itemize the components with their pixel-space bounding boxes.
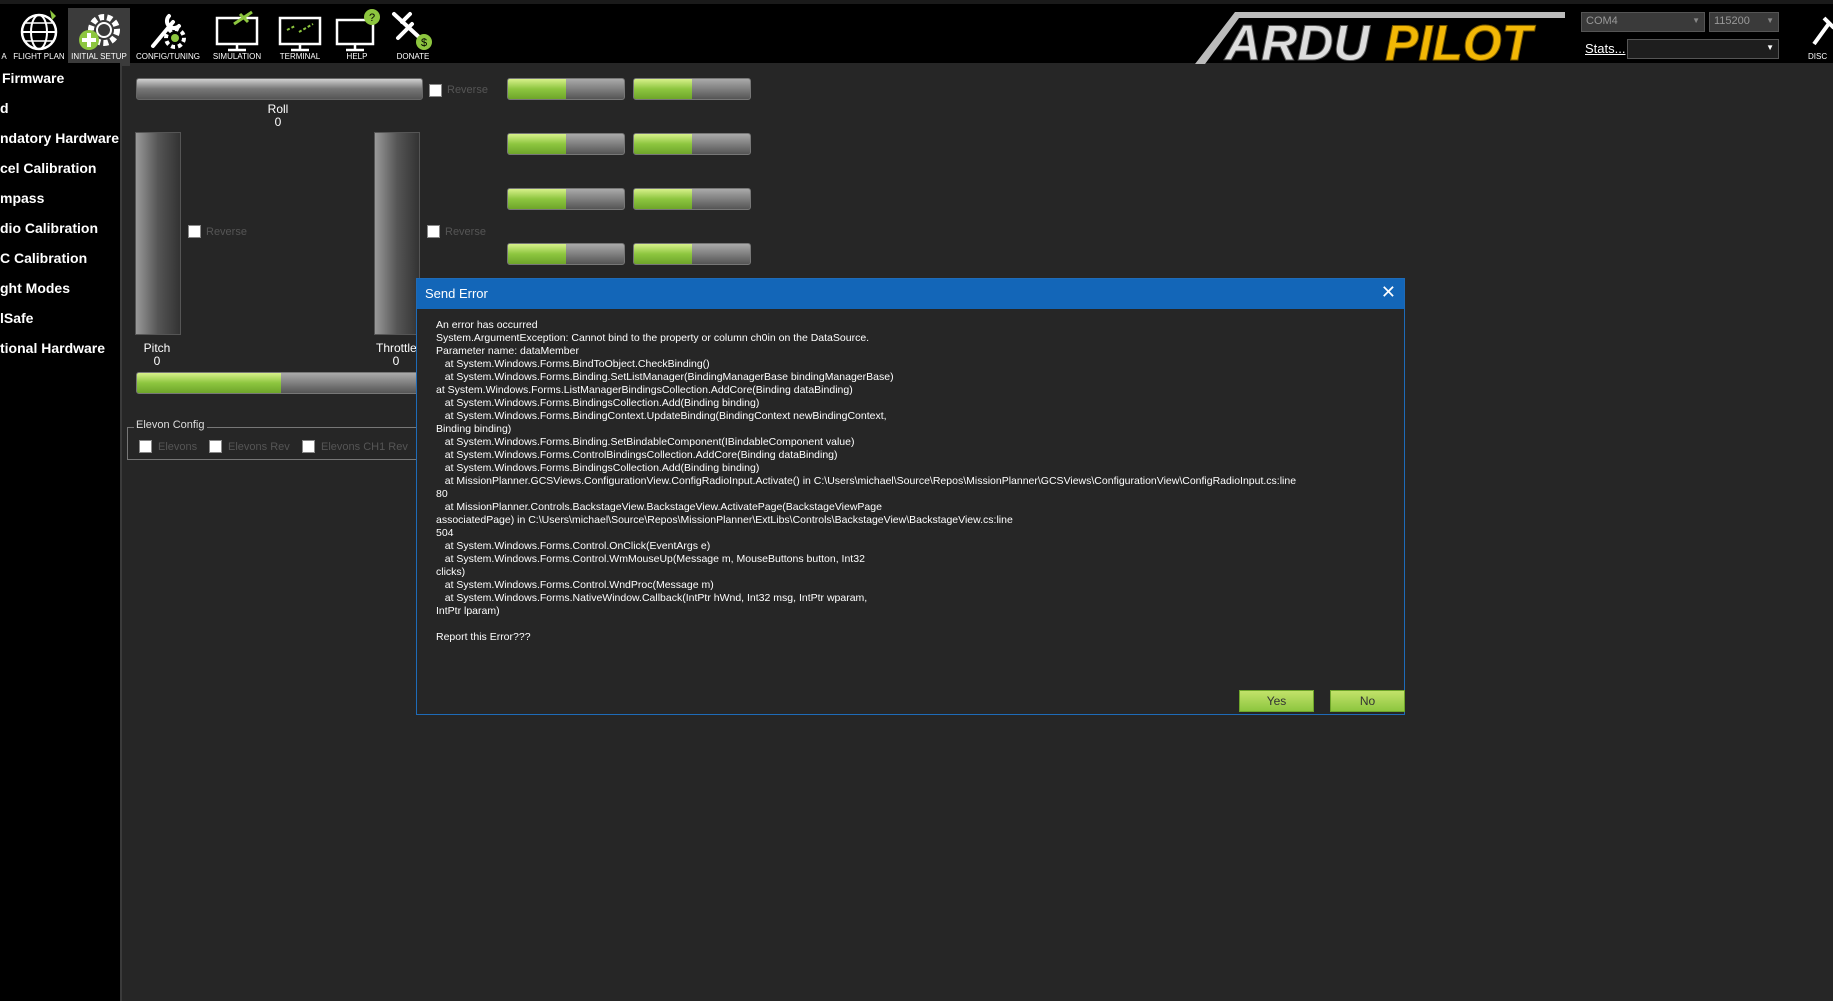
- sidebar-item-esc-calibration[interactable]: C Calibration: [0, 250, 87, 266]
- plane-dollar-icon: $: [392, 12, 432, 50]
- svg-text:ARDU: ARDU: [1223, 15, 1371, 66]
- send-error-dialog: Send Error ✕ An error has occurred Syste…: [416, 278, 1405, 715]
- sidebar-item-install-firmware[interactable]: Firmware: [2, 70, 64, 86]
- toolbar-donate-button[interactable]: $ DONATE: [386, 8, 440, 66]
- pitch-reverse-label: Reverse: [206, 226, 247, 238]
- roll-reverse-label: Reverse: [447, 84, 488, 96]
- throttle-reverse-label: Reverse: [445, 226, 486, 238]
- disconnect-button[interactable]: DISC: [1808, 10, 1833, 66]
- chevron-down-icon: ▼: [1766, 43, 1774, 52]
- error-message: An error has occurred System.ArgumentExc…: [436, 319, 1297, 643]
- channel-fill: [634, 189, 692, 209]
- svg-text:PILOT: PILOT: [1385, 15, 1537, 66]
- toolbar-config-tuning-button[interactable]: CONFIG/TUNING: [134, 8, 202, 66]
- toolbar-simulation-button[interactable]: SIMULATION: [206, 8, 268, 66]
- throttle-label: Throttle: [376, 341, 417, 355]
- channel-fill: [634, 79, 692, 99]
- pitch-bar: [135, 132, 181, 335]
- toolbar-help-button[interactable]: ? HELP: [330, 8, 384, 66]
- sidebar-item-compass[interactable]: mpass: [0, 190, 44, 206]
- sidebar-item-mandatory-hardware[interactable]: ndatory Hardware: [0, 130, 119, 146]
- toolbar-terminal-button[interactable]: TERMINAL: [272, 8, 328, 66]
- dialog-title: Send Error: [425, 286, 488, 301]
- radio-channel-10-bar: [633, 188, 751, 210]
- elevons-rev-checkbox[interactable]: [209, 440, 222, 453]
- roll-reverse-checkbox[interactable]: [429, 84, 442, 97]
- toolbar-initial-setup-button[interactable]: INITIAL SETUP: [68, 8, 130, 66]
- chevron-down-icon: ▼: [1766, 16, 1774, 25]
- roll-bar: [136, 78, 423, 100]
- elevon-config-title: Elevon Config: [134, 419, 207, 431]
- throttle-value: 0: [392, 354, 400, 368]
- data-icon: [0, 8, 8, 52]
- pitch-label: Pitch: [143, 341, 171, 355]
- elevons-rev-label: Elevons Rev: [228, 441, 290, 453]
- mavlink-select[interactable]: ▼: [1627, 39, 1779, 59]
- mission-planner-window: A FLIGHT PLAN INITIAL SETUP CONFIG/TUNIN…: [0, 0, 1833, 1001]
- radio-channel-8-bar: [633, 133, 751, 155]
- setup-sidebar: Firmware d ndatory Hardware cel Calibrat…: [0, 63, 122, 1001]
- yaw-bar-fill: [137, 373, 281, 393]
- sidebar-item-accel-calibration[interactable]: cel Calibration: [0, 160, 96, 176]
- throttle-reverse-checkbox[interactable]: [427, 225, 440, 238]
- ardupilot-logo: ARDU PILOT: [1195, 12, 1565, 66]
- stats-link[interactable]: Stats...: [1585, 41, 1625, 56]
- baud-select[interactable]: 115200 ▼: [1709, 12, 1779, 32]
- radio-channel-9-bar: [507, 188, 625, 210]
- toolbar-flight-plan-button[interactable]: FLIGHT PLAN: [12, 8, 66, 66]
- sidebar-item-flight-modes[interactable]: ght Modes: [0, 280, 70, 296]
- elevons-label: Elevons: [158, 441, 198, 453]
- channel-fill: [634, 244, 692, 264]
- pitch-reverse-checkbox[interactable]: [188, 225, 201, 238]
- roll-label: Roll: [267, 102, 289, 116]
- throttle-bar: [374, 132, 420, 335]
- sidebar-item-wizard[interactable]: d: [0, 100, 9, 116]
- plug-icon: [1812, 16, 1833, 46]
- roll-value: 0: [274, 115, 282, 129]
- channel-fill: [508, 244, 566, 264]
- channel-fill: [508, 79, 566, 99]
- close-icon[interactable]: ✕: [1381, 282, 1396, 303]
- radio-channel-5-bar: [507, 78, 625, 100]
- yaw-bar: [136, 372, 426, 394]
- elevons-ch1-rev-checkbox[interactable]: [302, 440, 315, 453]
- radio-channel-7-bar: [507, 133, 625, 155]
- dialog-title-bar: Send Error ✕: [417, 279, 1404, 309]
- radio-channel-12-bar: [633, 243, 751, 265]
- gear-plus-icon: [79, 14, 120, 50]
- sidebar-item-failsafe[interactable]: lSafe: [0, 310, 33, 326]
- no-button[interactable]: No: [1330, 690, 1405, 712]
- radio-channel-11-bar: [507, 243, 625, 265]
- toolbar-data-button[interactable]: A: [0, 8, 8, 66]
- wrench-gear-icon: [151, 14, 186, 49]
- svg-text:?: ?: [369, 12, 375, 24]
- terminal-monitor-icon: [278, 16, 322, 52]
- channel-fill: [508, 134, 566, 154]
- sidebar-item-optional-hardware[interactable]: tional Hardware: [0, 340, 105, 356]
- chevron-down-icon: ▼: [1692, 16, 1700, 25]
- monitor-plane-icon: [215, 10, 259, 52]
- sidebar-item-radio-calibration[interactable]: dio Calibration: [0, 220, 98, 236]
- help-monitor-icon: ?: [335, 9, 380, 52]
- yes-button[interactable]: Yes: [1239, 690, 1314, 712]
- radio-channel-6-bar: [633, 78, 751, 100]
- pitch-value: 0: [153, 354, 161, 368]
- channel-fill: [508, 189, 566, 209]
- svg-text:$: $: [421, 37, 427, 49]
- port-select[interactable]: COM4 ▼: [1581, 12, 1705, 32]
- globe-icon: [20, 10, 58, 51]
- elevons-checkbox[interactable]: [139, 440, 152, 453]
- channel-fill: [634, 134, 692, 154]
- top-toolbar: A FLIGHT PLAN INITIAL SETUP CONFIG/TUNIN…: [0, 0, 1833, 66]
- elevons-ch1-rev-label: Elevons CH1 Rev: [321, 441, 408, 453]
